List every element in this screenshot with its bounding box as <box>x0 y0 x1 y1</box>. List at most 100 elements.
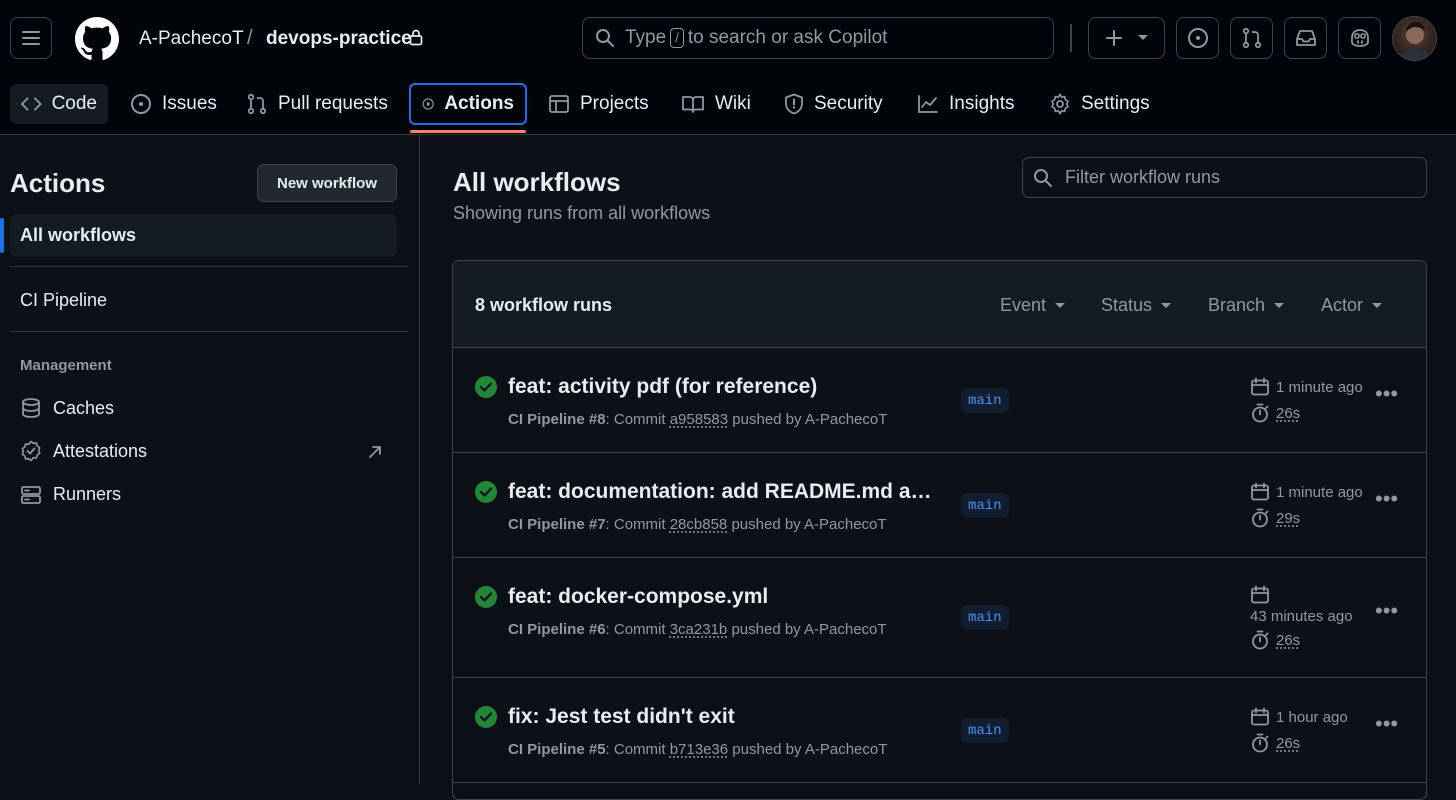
run-title-link[interactable]: feat: documentation: add README.md and .… <box>508 480 933 504</box>
kebab-menu-icon[interactable]: ••• <box>1375 486 1398 512</box>
run-duration-row: 29s <box>1250 508 1363 528</box>
sidebar-item-attestations[interactable]: Attestations <box>20 440 147 462</box>
sidebar-item-ci-pipeline[interactable]: CI Pipeline <box>20 290 107 311</box>
run-time: 1 minute ago <box>1276 378 1363 396</box>
run-duration: 26s <box>1276 404 1301 422</box>
success-check-icon <box>475 586 497 608</box>
caret-down-icon <box>1161 303 1172 308</box>
workflow-run-row[interactable]: fix: Jest test didn't exit CI Pipeline #… <box>453 678 1426 783</box>
external-link-icon <box>368 445 382 459</box>
user-avatar[interactable] <box>1392 16 1437 61</box>
run-date-row <box>1250 585 1353 605</box>
path-separator: / <box>247 27 253 49</box>
run-number: #6 <box>588 621 606 638</box>
menu-button[interactable] <box>10 17 52 59</box>
book-icon <box>682 96 704 113</box>
tab-wiki[interactable]: Wiki <box>670 84 762 124</box>
run-date-row: 1 minute ago <box>1250 482 1363 502</box>
run-workflow: CI Pipeline <box>508 741 585 758</box>
tab-projects[interactable]: Projects <box>537 84 660 124</box>
run-time-info: 1 hour ago 26s <box>1250 707 1348 753</box>
kebab-menu-icon[interactable]: ••• <box>1375 381 1398 407</box>
commit-sha-link[interactable]: b713e36 <box>670 741 728 758</box>
branch-badge[interactable]: main <box>961 605 1009 630</box>
sidebar-item-runners[interactable]: Runners <box>20 484 121 505</box>
filter-label: Actor <box>1321 295 1364 315</box>
sidebar-item-all-workflows[interactable]: All workflows <box>10 214 397 257</box>
run-workflow: CI Pipeline <box>508 516 585 533</box>
run-title-link[interactable]: feat: activity pdf (for reference) <box>508 375 817 399</box>
branch-badge[interactable]: main <box>961 388 1009 413</box>
repo-name-link[interactable]: devops-practice <box>266 28 412 50</box>
tab-code[interactable]: Code <box>10 84 108 124</box>
inbox-button[interactable] <box>1284 17 1327 59</box>
tab-label: Projects <box>580 93 649 114</box>
tab-label: Settings <box>1081 93 1150 114</box>
filter-label: Status <box>1101 295 1153 315</box>
copilot-button[interactable] <box>1338 17 1381 59</box>
run-time: 1 hour ago <box>1276 708 1348 726</box>
issue-icon <box>1187 28 1208 48</box>
kebab-menu-icon[interactable]: ••• <box>1375 598 1398 624</box>
run-meta: CI Pipeline #6: Commit 3ca231b pushed by… <box>508 621 887 638</box>
github-logo-icon[interactable] <box>75 17 119 61</box>
search-prefix: Type <box>625 27 667 48</box>
kebab-menu-icon[interactable]: ••• <box>1375 711 1398 737</box>
actor-filter-dropdown[interactable]: Actor <box>1321 295 1383 316</box>
issues-button[interactable] <box>1176 17 1219 59</box>
repo-nav-tabs: Code Issues Pull requests Actions Projec… <box>0 82 1456 135</box>
workflow-run-row[interactable]: feat: activity pdf (for reference) CI Pi… <box>453 348 1426 453</box>
filter-runs-input[interactable]: Filter workflow runs <box>1022 157 1427 198</box>
status-filter-dropdown[interactable]: Status <box>1101 295 1172 316</box>
pull-request-icon <box>1242 27 1261 49</box>
stopwatch-icon <box>1252 733 1269 753</box>
repo-owner-link[interactable]: A-PachecoT <box>139 28 244 50</box>
tab-pull-requests[interactable]: Pull requests <box>235 84 399 124</box>
search-shortcut-key: / <box>670 28 684 48</box>
run-duration-row: 26s <box>1250 630 1353 650</box>
sidebar-divider <box>10 266 408 267</box>
branch-badge[interactable]: main <box>961 493 1009 518</box>
stopwatch-icon <box>1252 508 1269 528</box>
global-search-input[interactable]: Type / to search or ask Copilot <box>582 17 1054 59</box>
selected-indicator <box>0 218 4 253</box>
tab-label: Actions <box>444 93 514 114</box>
run-time-info: 43 minutes ago 26s <box>1250 585 1353 650</box>
workflow-run-row[interactable]: feat: documentation: add README.md and .… <box>453 453 1426 558</box>
event-filter-dropdown[interactable]: Event <box>1000 295 1066 316</box>
tab-security[interactable]: Security <box>773 84 894 124</box>
top-header: A-PachecoT / devops-practice Type / to s… <box>0 0 1456 135</box>
run-time: 1 minute ago <box>1276 483 1363 501</box>
search-icon <box>596 29 614 47</box>
runs-list-header: 8 workflow runs Event Status Branch Acto… <box>453 261 1426 348</box>
commit-sha-link[interactable]: a958583 <box>670 411 728 428</box>
create-new-button[interactable] <box>1088 17 1165 59</box>
search-suffix: to search or ask Copilot <box>687 27 888 48</box>
pull-requests-button[interactable] <box>1230 17 1273 59</box>
run-commit-label: : Commit <box>605 741 666 758</box>
branch-filter-dropdown[interactable]: Branch <box>1208 295 1285 316</box>
play-icon <box>422 98 434 110</box>
tab-actions[interactable]: Actions <box>409 83 527 125</box>
tab-insights[interactable]: Insights <box>906 84 1025 124</box>
shield-icon <box>785 93 803 115</box>
run-number: #8 <box>588 411 606 428</box>
run-time: 43 minutes ago <box>1250 608 1353 625</box>
run-meta: CI Pipeline #7: Commit 28cb858 pushed by… <box>508 516 887 533</box>
run-title-link[interactable]: feat: docker-compose.yml <box>508 585 768 609</box>
commit-sha-link[interactable]: 28cb858 <box>670 516 728 533</box>
tab-settings[interactable]: Settings <box>1038 84 1161 124</box>
new-workflow-button[interactable]: New workflow <box>257 164 397 202</box>
commit-sha-link[interactable]: 3ca231b <box>670 621 728 638</box>
sidebar-item-caches[interactable]: Caches <box>20 397 114 419</box>
inbox-icon <box>1295 30 1316 46</box>
active-tab-indicator <box>410 130 526 133</box>
run-title-link[interactable]: fix: Jest test didn't exit <box>508 705 735 729</box>
run-pusher: pushed by A-PachecoT <box>731 516 887 533</box>
tab-issues[interactable]: Issues <box>119 84 228 124</box>
workflow-run-row[interactable]: feat: docker-compose.yml CI Pipeline #6:… <box>453 558 1426 678</box>
issue-icon <box>131 94 151 114</box>
caret-down-icon <box>1055 303 1066 308</box>
sidebar-item-label: Runners <box>53 484 122 504</box>
branch-badge[interactable]: main <box>961 718 1009 743</box>
